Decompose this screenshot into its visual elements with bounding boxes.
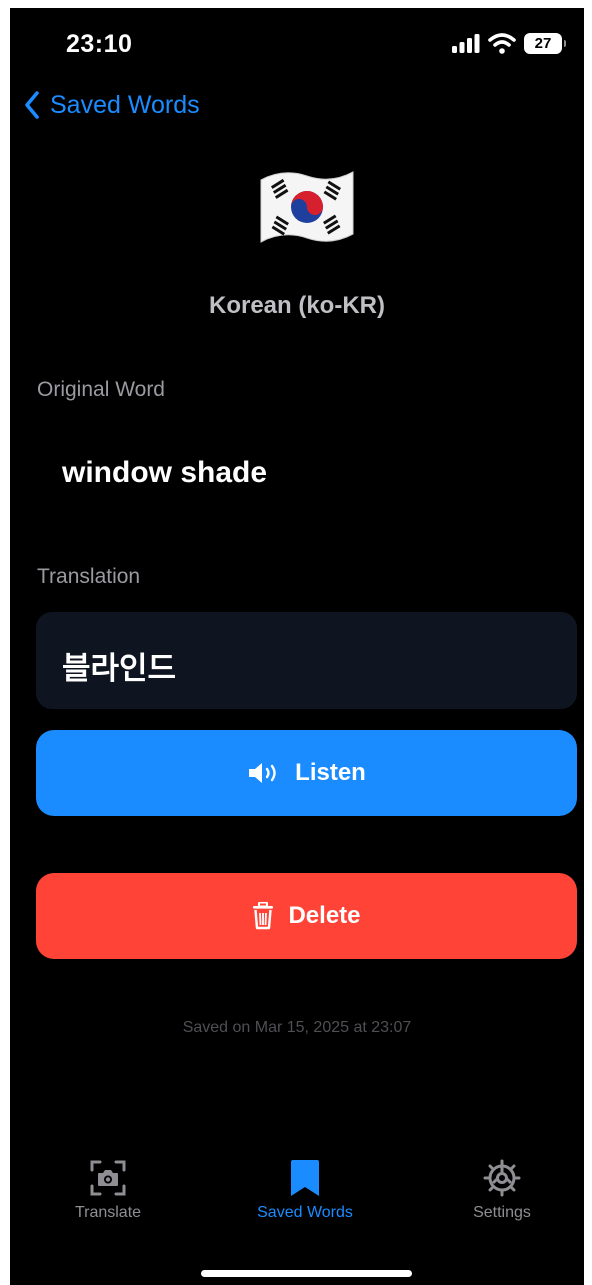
status-bar: 23:10 27 xyxy=(10,8,584,78)
chevron-left-icon xyxy=(25,91,39,119)
camera-icon xyxy=(90,1160,126,1196)
wifi-icon xyxy=(488,33,516,54)
korean-flag-icon xyxy=(260,171,354,243)
delete-button[interactable]: Delete xyxy=(36,873,577,959)
translation-label: Translation xyxy=(37,565,141,588)
cellular-signal-icon xyxy=(452,34,480,53)
saved-timestamp: Saved on Mar 15, 2025 at 23:07 xyxy=(182,1019,412,1036)
tab-bar: Translate Saved Words Settings xyxy=(10,1158,584,1258)
battery-level: 27 xyxy=(524,32,566,54)
original-word-label: Original Word xyxy=(37,378,165,401)
back-button[interactable]: Saved Words xyxy=(24,90,200,120)
trash-icon xyxy=(253,902,274,930)
tab-saved-words-label: Saved Words xyxy=(257,1204,353,1221)
bookmark-icon xyxy=(291,1160,319,1196)
translation-text: 블라인드 xyxy=(62,651,177,686)
translation-card: 블라인드 xyxy=(36,612,577,709)
speaker-icon xyxy=(249,763,276,783)
status-icons: 27 xyxy=(452,30,566,56)
tab-translate[interactable]: Translate xyxy=(33,1158,183,1222)
listen-button-label: Listen xyxy=(295,759,366,786)
back-button-label: Saved Words xyxy=(50,90,200,119)
tab-settings-label: Settings xyxy=(473,1204,531,1221)
tab-translate-label: Translate xyxy=(74,1204,142,1221)
tab-settings[interactable]: Settings xyxy=(427,1158,577,1222)
phone-screen: 23:10 27 Saved Words Korean (ko-KR) Orig… xyxy=(10,8,584,1285)
original-word: window shade xyxy=(62,456,268,489)
gear-icon xyxy=(483,1159,521,1197)
listen-button[interactable]: Listen xyxy=(36,730,577,816)
tab-saved-words[interactable]: Saved Words xyxy=(230,1158,380,1222)
home-indicator[interactable] xyxy=(201,1270,412,1277)
delete-button-label: Delete xyxy=(288,902,361,929)
status-time: 23:10 xyxy=(66,30,133,58)
language-label: Korean (ko-KR) xyxy=(208,292,385,319)
